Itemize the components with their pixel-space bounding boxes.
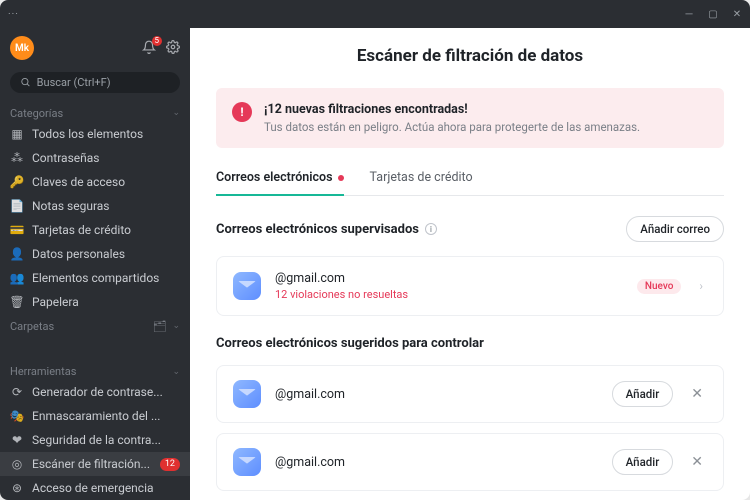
email-card[interactable]: @gmail.com 12 violaciones no resueltas N… — [216, 256, 724, 316]
note-icon: 📄 — [10, 199, 24, 213]
chevron-down-icon[interactable]: ⌄ — [172, 108, 180, 118]
bell-icon[interactable]: 5 — [142, 40, 156, 57]
sidebar-item-generator[interactable]: ⟳Generador de contrase... — [0, 380, 190, 404]
email-address: @gmail.com — [275, 387, 345, 402]
nav-categories: ▦Todos los elementos ⁂Contraseñas 🔑Clave… — [0, 122, 190, 314]
mask-icon: 🎭 — [10, 409, 24, 423]
dismiss-icon[interactable]: ✕ — [687, 454, 707, 470]
card-icon: 💳 — [10, 223, 24, 237]
nav-tools: ⟳Generador de contrase... 🎭Enmascaramien… — [0, 380, 190, 500]
target-icon: ◎ — [10, 457, 24, 471]
page-title: Escáner de filtración de datos — [216, 46, 724, 66]
add-button[interactable]: Añadir — [612, 449, 674, 475]
chevron-right-icon[interactable]: › — [695, 279, 707, 293]
alert-icon: ! — [232, 102, 252, 122]
info-icon[interactable]: i — [425, 223, 437, 235]
gear-icon[interactable] — [166, 40, 180, 57]
sidebar-item-emergency[interactable]: ⊛Acceso de emergencia — [0, 476, 190, 500]
mail-icon — [233, 448, 261, 476]
add-button[interactable]: Añadir — [612, 381, 674, 407]
folder-add-icon[interactable]: 🗂 — [152, 320, 166, 333]
email-address: @gmail.com — [275, 271, 408, 286]
email-address: @gmail.com — [275, 455, 345, 470]
monitored-header: Correos electrónicos supervisados i Añad… — [216, 216, 724, 242]
suggested-card: @gmail.com Añadir ✕ — [216, 365, 724, 423]
violations-count: 12 violaciones no resueltas — [275, 288, 408, 301]
alert-title: ¡12 nuevas filtraciones encontradas! — [264, 102, 640, 117]
suggested-header: Correos electrónicos sugeridos para cont… — [216, 336, 724, 351]
section-categories: Categorías ⌄ — [0, 101, 190, 122]
grid-icon: ▦ — [10, 127, 24, 141]
sidebar-item-notes[interactable]: 📄Notas seguras — [0, 194, 190, 218]
sidebar-item-passwords[interactable]: ⁂Contraseñas — [0, 146, 190, 170]
minimize-icon[interactable]: ─ — [684, 9, 694, 19]
section-folders: Carpetas 🗂 ⌄ — [0, 314, 190, 335]
app-window: ··· ─ ▢ ✕ Mk 5 — [0, 0, 750, 500]
sidebar-item-trash[interactable]: 🗑Papelera — [0, 290, 190, 314]
dot-indicator-icon — [338, 175, 344, 181]
refresh-icon: ⟳ — [10, 385, 24, 399]
dismiss-icon[interactable]: ✕ — [687, 386, 707, 402]
sidebar-item-security[interactable]: ❤Seguridad de la contra... — [0, 428, 190, 452]
alert-banner: ! ¡12 nuevas filtraciones encontradas! T… — [216, 88, 724, 148]
chevron-down-icon[interactable]: ⌄ — [172, 321, 180, 331]
sidebar-item-personal[interactable]: 👤Datos personales — [0, 242, 190, 266]
password-icon: ⁂ — [10, 151, 24, 165]
title-bar: ··· ─ ▢ ✕ — [0, 0, 750, 28]
sidebar-item-cards[interactable]: 💳Tarjetas de crédito — [0, 218, 190, 242]
sidebar-item-shared[interactable]: 👥Elementos compartidos — [0, 266, 190, 290]
bell-badge: 5 — [152, 36, 163, 46]
people-icon: 👥 — [10, 271, 24, 285]
sidebar-item-scanner[interactable]: ◎Escáner de filtración...12 — [0, 452, 190, 476]
add-email-button[interactable]: Añadir correo — [626, 216, 724, 242]
close-icon[interactable]: ✕ — [732, 9, 742, 19]
tabs: Correos electrónicos Tarjetas de crédito — [216, 170, 724, 196]
tab-cards[interactable]: Tarjetas de crédito — [370, 170, 473, 195]
chevron-down-icon[interactable]: ⌄ — [172, 367, 180, 377]
person-icon: 👤 — [10, 247, 24, 261]
tab-emails[interactable]: Correos electrónicos — [216, 170, 344, 195]
lifebuoy-icon: ⊛ — [10, 481, 24, 495]
menu-dots-icon[interactable]: ··· — [8, 9, 19, 20]
key-icon: 🔑 — [10, 175, 24, 189]
mail-icon — [233, 380, 261, 408]
trash-icon: 🗑 — [10, 295, 24, 309]
maximize-icon[interactable]: ▢ — [708, 9, 718, 19]
sidebar: Mk 5 Categorías ⌄ — [0, 28, 190, 500]
search-icon — [20, 76, 31, 88]
badge: 12 — [160, 458, 180, 471]
main-panel: Escáner de filtración de datos ! ¡12 nue… — [190, 28, 750, 500]
mail-icon — [233, 272, 261, 300]
sidebar-item-masking[interactable]: 🎭Enmascaramiento del ... — [0, 404, 190, 428]
suggested-card: @gmail.com Añadir ✕ — [216, 433, 724, 491]
section-tools: Herramientas ⌄ — [0, 359, 190, 380]
new-badge: Nuevo — [637, 279, 682, 294]
search-input[interactable] — [10, 72, 180, 93]
avatar[interactable]: Mk — [10, 36, 34, 60]
alert-subtitle: Tus datos están en peligro. Actúa ahora … — [264, 120, 640, 134]
heart-icon: ❤ — [10, 433, 24, 447]
sidebar-item-keys[interactable]: 🔑Claves de acceso — [0, 170, 190, 194]
sidebar-item-all[interactable]: ▦Todos los elementos — [0, 122, 190, 146]
